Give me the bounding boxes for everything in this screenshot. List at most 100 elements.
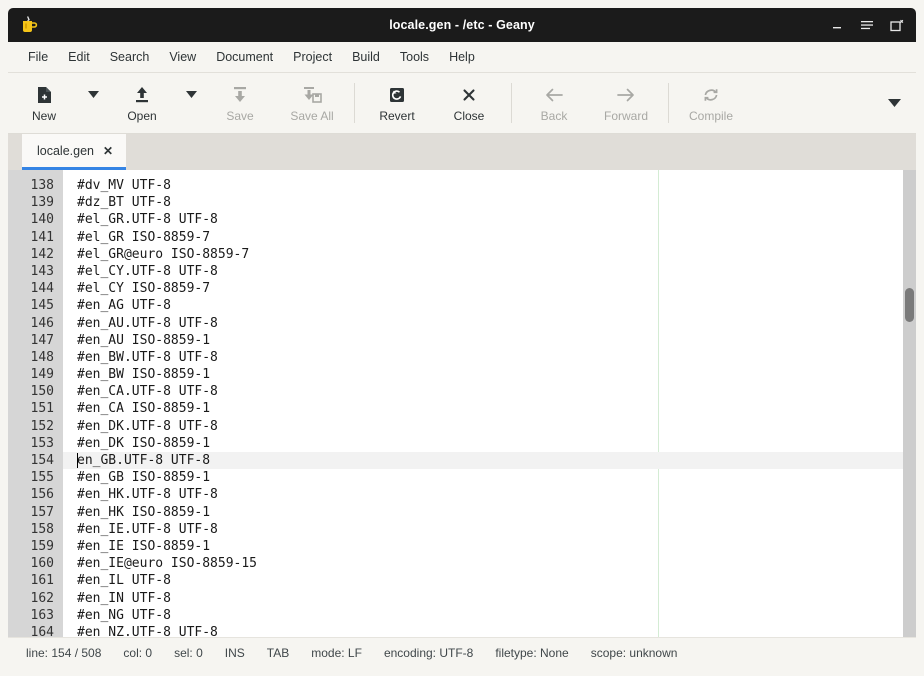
line-number: 141 — [30, 229, 54, 245]
toolbar-separator-2 — [511, 83, 512, 123]
new-button[interactable]: New — [8, 73, 80, 133]
new-dropdown-arrow[interactable] — [80, 73, 106, 133]
line-number: 149 — [30, 367, 54, 383]
code-line[interactable]: #dv_MV UTF-8 — [63, 177, 903, 194]
status-scope: scope: unknown — [590, 646, 678, 660]
code-line[interactable]: #el_CY ISO-8859-7 — [63, 280, 903, 297]
tab-close-icon[interactable]: ✕ — [103, 145, 113, 157]
editor-vertical-scrollbar[interactable] — [903, 170, 916, 637]
code-line[interactable]: #en_AG UTF-8 — [63, 297, 903, 314]
code-line[interactable]: #en_IE.UTF-8 UTF-8 — [63, 521, 903, 538]
code-line[interactable]: #en_DK ISO-8859-1 — [63, 435, 903, 452]
status-insert-mode: INS — [224, 646, 245, 660]
line-number: 154 — [30, 453, 54, 468]
save-button: Save — [204, 73, 276, 133]
status-col: col: 0 — [123, 646, 153, 660]
line-number: 147 — [30, 332, 54, 348]
code-line[interactable]: #el_CY.UTF-8 UTF-8 — [63, 263, 903, 280]
compile-refresh-icon — [702, 85, 720, 105]
menu-help[interactable]: Help — [439, 46, 485, 68]
toolbar-separator-3 — [668, 83, 669, 123]
scrollbar-thumb[interactable] — [905, 288, 914, 322]
close-button[interactable]: Close — [433, 73, 505, 133]
open-dropdown-arrow[interactable] — [178, 73, 204, 133]
code-line[interactable]: #en_DK.UTF-8 UTF-8 — [63, 418, 903, 435]
code-line[interactable]: #en_AU.UTF-8 UTF-8 — [63, 315, 903, 332]
compile-button: Compile — [675, 73, 747, 133]
line-number: 140 — [30, 212, 54, 228]
code-line[interactable]: #en_CA.UTF-8 UTF-8 — [63, 383, 903, 400]
status-eol-mode: mode: LF — [311, 646, 362, 660]
toolbar-overflow-button[interactable] — [872, 73, 916, 133]
line-number: 138 — [30, 178, 54, 193]
menu-view[interactable]: View — [159, 46, 206, 68]
code-line[interactable]: #en_CA ISO-8859-1 — [63, 400, 903, 417]
revert-button[interactable]: Revert — [361, 73, 433, 133]
back-button-label: Back — [540, 108, 568, 123]
menu-build[interactable]: Build — [342, 46, 390, 68]
line-number: 143 — [30, 263, 54, 279]
code-line[interactable]: #el_GR@euro ISO-8859-7 — [63, 246, 903, 263]
menu-search[interactable]: Search — [100, 46, 160, 68]
line-number: 156 — [30, 487, 54, 503]
line-number-gutter: 138 139 140 141 142 143 144 145 146 147 148 149 150 1… — [8, 170, 63, 637]
code-line[interactable]: #en_IN UTF-8 — [63, 590, 903, 607]
code-line[interactable]: #dz_BT UTF-8 — [63, 194, 903, 211]
minimize-icon[interactable] — [830, 18, 844, 32]
code-line[interactable]: #en_BW.UTF-8 UTF-8 — [63, 349, 903, 366]
revert-icon — [388, 85, 406, 105]
tab-locale-gen[interactable]: locale.gen ✕ — [22, 134, 127, 170]
code-line[interactable]: #en_AU ISO-8859-1 — [63, 332, 903, 349]
restore-window-icon[interactable] — [890, 18, 904, 32]
code-line[interactable]: #en_HK ISO-8859-1 — [63, 504, 903, 521]
geany-window: locale.gen - /etc - Geany File Edit Sear… — [0, 0, 924, 676]
code-line[interactable]: #en_NG UTF-8 — [63, 607, 903, 624]
code-line[interactable]: #en_IL UTF-8 — [63, 572, 903, 589]
menu-edit[interactable]: Edit — [58, 46, 100, 68]
code-line[interactable]: #el_GR ISO-8859-7 — [63, 229, 903, 246]
code-line[interactable]: #en_GB ISO-8859-1 — [63, 469, 903, 486]
window-controls — [830, 18, 904, 32]
save-all-button-label: Save All — [290, 108, 334, 123]
editor-area: 138 139 140 141 142 143 144 145 146 147 148 149 150 1… — [8, 170, 916, 637]
code-text-area[interactable]: #dv_MV UTF-8 #dz_BT UTF-8 #el_GR.UTF-8 UTF… — [63, 170, 903, 637]
line-number: 160 — [30, 556, 54, 572]
code-line[interactable]: #en_HK.UTF-8 UTF-8 — [63, 486, 903, 503]
line-number: 161 — [30, 573, 54, 589]
save-all-button: Save All — [276, 73, 348, 133]
code-line-current[interactable]: en_GB.UTF-8 UTF-8 — [63, 452, 903, 470]
open-button[interactable]: Open — [106, 73, 178, 133]
menu-bar: File Edit Search View Document Project B… — [8, 42, 916, 73]
forward-button: Forward — [590, 73, 662, 133]
revert-button-label: Revert — [379, 108, 415, 123]
line-number: 152 — [30, 418, 54, 434]
hamburger-menu-icon[interactable] — [860, 18, 874, 32]
status-bar: line: 154 / 508 col: 0 sel: 0 INS TAB mo… — [8, 637, 916, 668]
status-indent: TAB — [266, 646, 290, 660]
close-x-icon — [461, 85, 477, 105]
code-line[interactable]: #en_NZ.UTF-8 UTF-8 — [63, 624, 903, 637]
line-number: 155 — [30, 470, 54, 486]
menu-file[interactable]: File — [18, 46, 58, 68]
source-editor[interactable]: 138 139 140 141 142 143 144 145 146 147 148 149 150 1… — [8, 170, 903, 637]
code-line[interactable]: #en_IE ISO-8859-1 — [63, 538, 903, 555]
code-line[interactable]: #el_GR.UTF-8 UTF-8 — [63, 211, 903, 228]
menu-project[interactable]: Project — [283, 46, 342, 68]
code-line[interactable]: #en_BW ISO-8859-1 — [63, 366, 903, 383]
code-line[interactable]: #en_IE@euro ISO-8859-15 — [63, 555, 903, 572]
line-number: 148 — [30, 349, 54, 365]
forward-button-label: Forward — [603, 108, 648, 123]
tab-label: locale.gen — [37, 143, 94, 158]
save-button-label: Save — [226, 108, 254, 123]
arrow-right-icon — [616, 85, 636, 105]
menu-document[interactable]: Document — [206, 46, 283, 68]
line-number: 139 — [30, 195, 54, 211]
line-number: 157 — [30, 504, 54, 520]
status-filetype: filetype: None — [495, 646, 569, 660]
back-button: Back — [518, 73, 590, 133]
new-file-icon — [36, 85, 53, 105]
menu-tools[interactable]: Tools — [390, 46, 439, 68]
document-tab-bar: locale.gen ✕ — [8, 134, 916, 170]
status-sel: sel: 0 — [174, 646, 203, 660]
